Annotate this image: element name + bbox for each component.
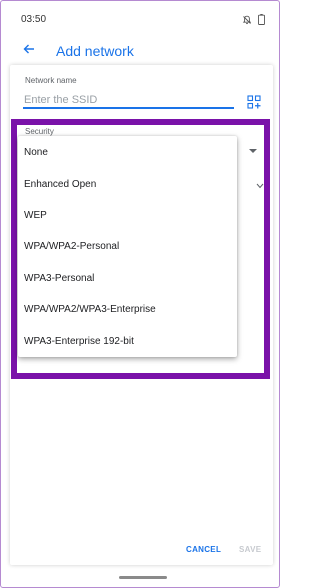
save-button[interactable]: SAVE [239, 545, 261, 554]
arrow-back-icon [23, 42, 35, 60]
security-option-wpa-wpa2-personal[interactable]: WPA/WPA2-Personal [18, 231, 237, 262]
security-dropdown-menu: None Enhanced Open WEP WPA/WPA2-Personal… [18, 136, 237, 357]
cancel-button[interactable]: CANCEL [186, 545, 221, 554]
status-time: 03:50 [21, 14, 47, 25]
security-option-none[interactable]: None [18, 137, 237, 168]
navigation-handle[interactable] [119, 576, 167, 579]
status-icons [242, 12, 265, 30]
qr-scan-button[interactable] [247, 95, 261, 109]
security-option-wpa-wpa2-wpa3-enterprise[interactable]: WPA/WPA2/WPA3-Enterprise [18, 294, 237, 325]
page-title: Add network [56, 43, 134, 59]
security-option-wep[interactable]: WEP [18, 200, 237, 231]
battery-icon [258, 12, 265, 30]
app-bar: Add network [1, 41, 279, 61]
back-button[interactable] [19, 41, 39, 61]
security-option-wpa3-enterprise-192[interactable]: WPA3-Enterprise 192-bit [18, 326, 237, 357]
network-name-label: Network name [25, 76, 77, 85]
status-bar: 03:50 [1, 1, 279, 41]
phone-screen: 03:50 Add network Network name Enter the… [0, 0, 280, 588]
notifications-off-icon [242, 12, 252, 30]
ssid-input[interactable] [23, 93, 234, 109]
qr-scan-icon [247, 95, 261, 113]
security-option-enhanced-open[interactable]: Enhanced Open [18, 169, 237, 200]
security-option-wpa3-personal[interactable]: WPA3-Personal [18, 263, 237, 294]
